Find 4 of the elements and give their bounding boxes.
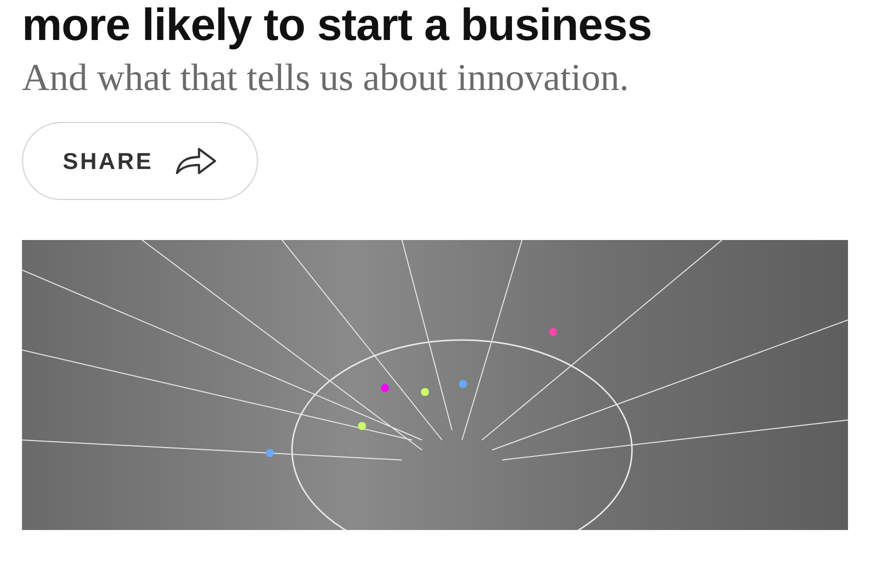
article-subtitle: And what that tells us about innovation.: [22, 56, 629, 100]
share-arrow-icon: [175, 146, 218, 176]
article-headline: more likely to start a business: [22, 0, 652, 50]
share-button[interactable]: SHARE: [22, 122, 258, 200]
